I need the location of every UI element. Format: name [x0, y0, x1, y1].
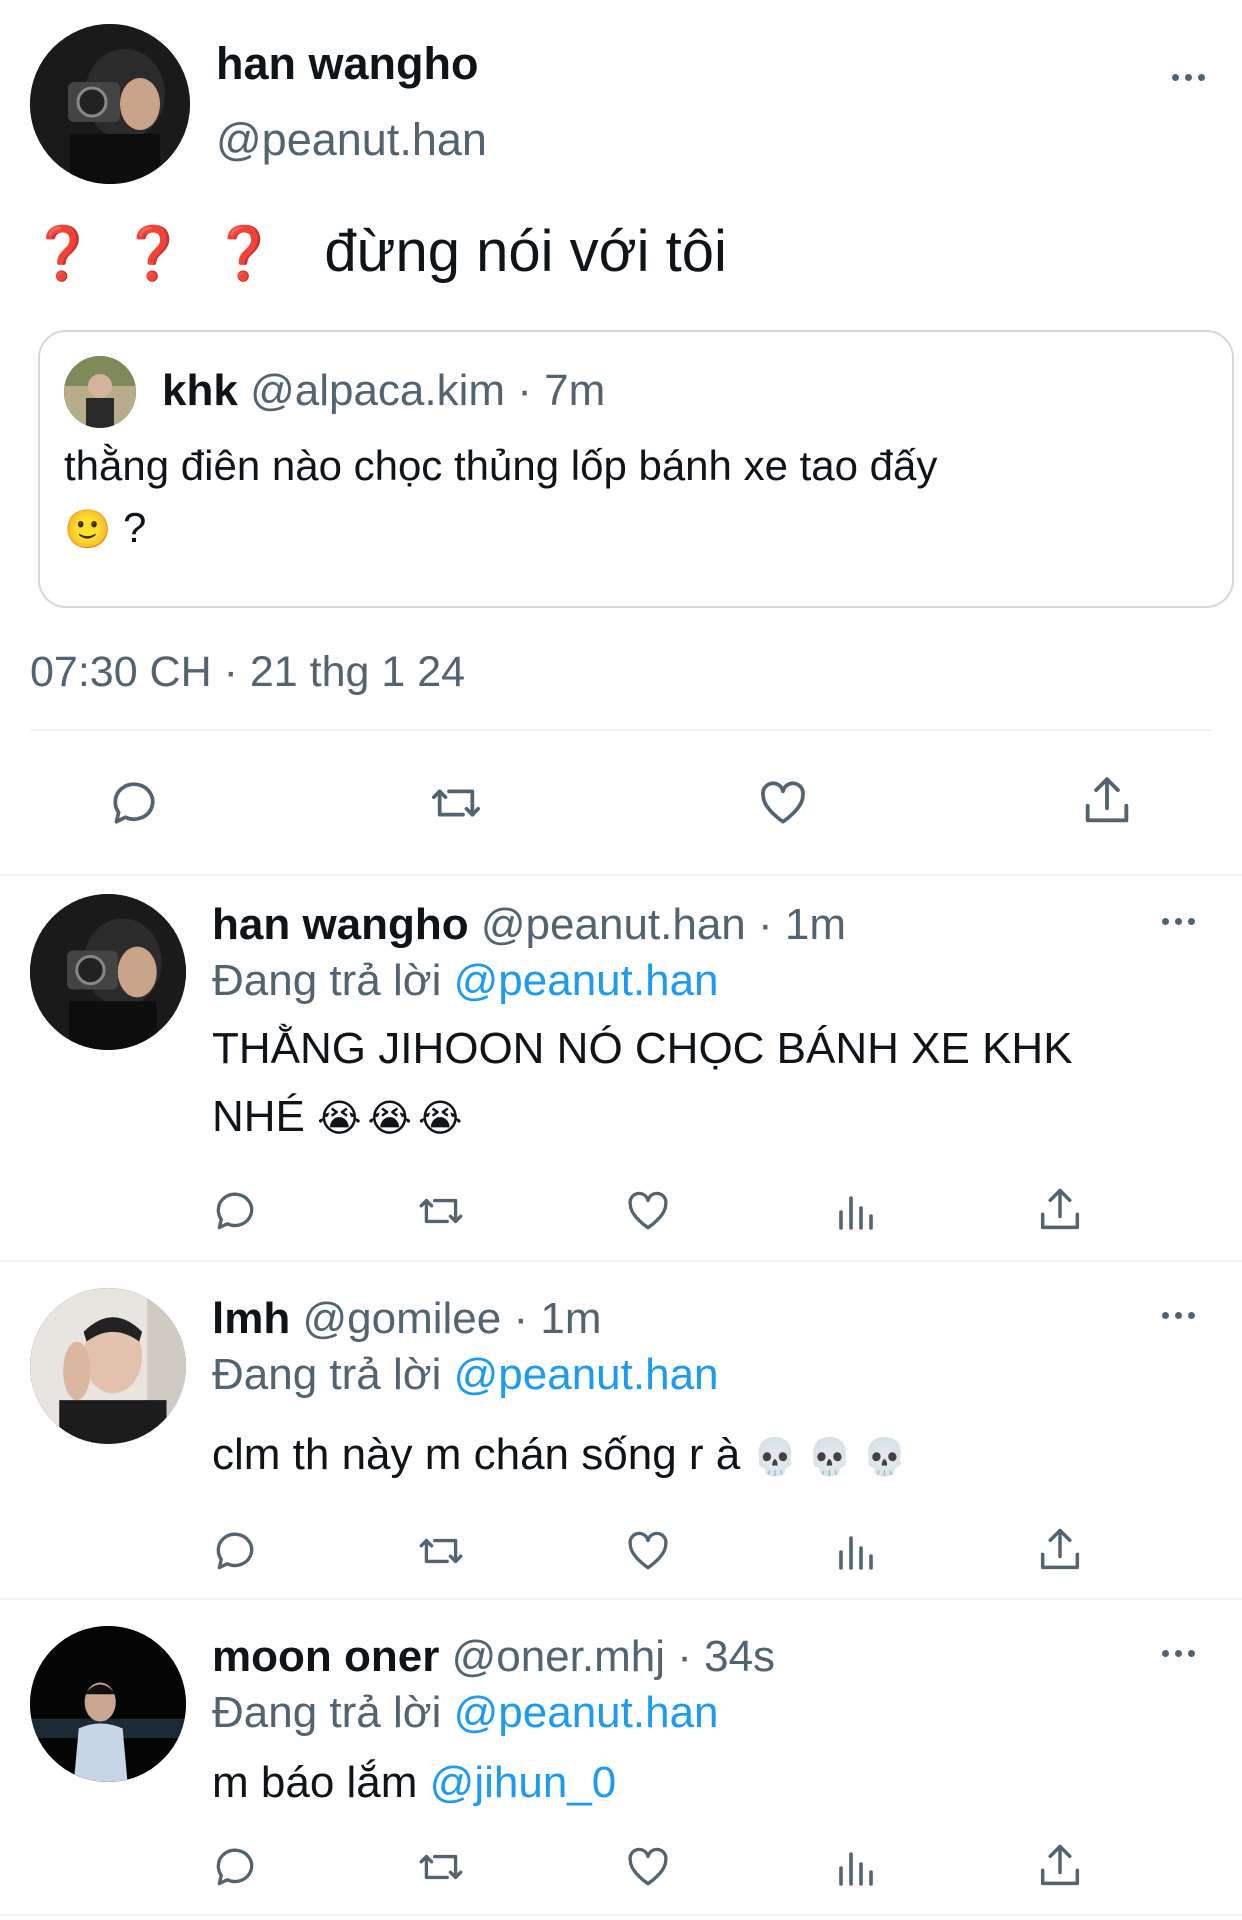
main-tweet-text-body: đừng nói với tôi: [324, 219, 727, 284]
like-icon[interactable]: [622, 1842, 674, 1892]
reply1-text-line1: THẰNG JIHOON NÓ CHỌC BÁNH XE KHK: [212, 1024, 1073, 1073]
reply1-time: · 1m: [758, 900, 847, 949]
main-author-handle[interactable]: @peanut.han: [216, 114, 487, 166]
mention-link[interactable]: @jihun_0: [430, 1758, 617, 1807]
more-icon[interactable]: [1172, 70, 1212, 84]
reply2-author-name[interactable]: lmh: [212, 1294, 290, 1343]
reply3-text-body: m báo lắm: [212, 1758, 418, 1807]
reply1-divider: [0, 1260, 1242, 1262]
reply3-text: m báo lắm @jihun_0: [212, 1758, 616, 1808]
slightly-smiling-emoji: 🙂: [64, 509, 112, 551]
share-icon[interactable]: [1034, 1184, 1086, 1236]
skull-emoji: 💀💀💀: [752, 1436, 917, 1477]
reply1-text-line2: NHÉ 😭😭😭: [212, 1092, 468, 1142]
retweet-icon[interactable]: [414, 1186, 468, 1236]
replying-to-link[interactable]: @peanut.han: [454, 1350, 719, 1399]
avatar-image: [30, 1288, 186, 1444]
reply-icon[interactable]: [210, 1526, 260, 1576]
reply1-replying-to: Đang trả lời @peanut.han: [212, 956, 719, 1006]
quoted-text-suffix: ?: [123, 504, 147, 551]
share-icon[interactable]: [1078, 772, 1136, 830]
reply1-text-nhe: NHÉ: [212, 1092, 305, 1141]
timestamp-divider: [30, 729, 1212, 731]
reply-icon[interactable]: [210, 1842, 260, 1892]
quoted-tweet-card[interactable]: khk @alpaca.kim · 7m thằng điên nào chọc…: [38, 330, 1234, 608]
reply2-time: · 1m: [513, 1294, 602, 1343]
avatar-image: [64, 356, 136, 428]
avatar-reply2[interactable]: [30, 1288, 186, 1444]
reply1-author-name[interactable]: han wangho: [212, 900, 469, 949]
reply1-author-handle[interactable]: @peanut.han: [481, 900, 746, 949]
reply2-text-body: clm th này m chán sống r à: [212, 1430, 741, 1479]
main-tweet-timestamp[interactable]: 07:30 CH · 21 thg 1 24: [30, 648, 465, 697]
avatar-reply3[interactable]: [30, 1626, 186, 1782]
main-tweet-divider: [0, 874, 1242, 876]
retweet-icon[interactable]: [414, 1842, 468, 1892]
main-tweet-text: ❓❓❓ đừng nói với tôi: [30, 218, 727, 285]
like-icon[interactable]: [622, 1526, 674, 1576]
reply2-author-handle[interactable]: @gomilee: [302, 1294, 501, 1343]
avatar-quoted-author[interactable]: [64, 356, 136, 428]
quoted-time: · 7m: [517, 366, 606, 415]
avatar-main-author[interactable]: [30, 24, 190, 184]
replying-label: Đang trả lời: [212, 1350, 442, 1399]
quoted-text-line1: thằng điên nào chọc thủng lốp bánh xe ta…: [64, 442, 938, 489]
loudly-crying-emoji: 😭😭😭: [317, 1098, 469, 1140]
reply3-author-handle[interactable]: @oner.mhj: [452, 1632, 665, 1681]
quoted-author-name[interactable]: khk: [162, 366, 238, 415]
reply2-text: clm th này m chán sống r à 💀💀💀: [212, 1430, 917, 1480]
retweet-icon[interactable]: [414, 1526, 468, 1576]
like-icon[interactable]: [754, 775, 812, 831]
avatar-image: [30, 24, 190, 184]
replying-to-link[interactable]: @peanut.han: [454, 1688, 719, 1737]
reply3-header: moon oner @oner.mhj · 34s: [212, 1632, 775, 1682]
views-icon[interactable]: [830, 1528, 880, 1576]
like-icon[interactable]: [622, 1186, 674, 1236]
reply3-replying-to: Đang trả lời @peanut.han: [212, 1688, 719, 1738]
main-author-name[interactable]: han wangho: [216, 38, 479, 90]
reply3-author-name[interactable]: moon oner: [212, 1632, 439, 1681]
question-mark-emoji: ❓❓❓: [30, 225, 303, 283]
replying-label: Đang trả lời: [212, 1688, 442, 1737]
avatar-image: [30, 1626, 186, 1782]
reply-icon[interactable]: [210, 1186, 260, 1236]
views-icon[interactable]: [830, 1844, 880, 1892]
reply2-header: lmh @gomilee · 1m: [212, 1294, 601, 1344]
reply1-header: han wangho @peanut.han · 1m: [212, 900, 846, 950]
reply3-time: · 34s: [677, 1632, 776, 1681]
share-icon[interactable]: [1034, 1840, 1086, 1892]
more-icon[interactable]: [1162, 1308, 1202, 1322]
more-icon[interactable]: [1162, 914, 1202, 928]
reply3-divider: [0, 1914, 1242, 1916]
quoted-header: khk @alpaca.kim · 7m: [162, 366, 605, 416]
reply2-replying-to: Đang trả lời @peanut.han: [212, 1350, 719, 1400]
replying-to-link[interactable]: @peanut.han: [454, 956, 719, 1005]
reply2-divider: [0, 1598, 1242, 1600]
replying-label: Đang trả lời: [212, 956, 442, 1005]
quoted-author-handle[interactable]: @alpaca.kim: [250, 366, 505, 415]
share-icon[interactable]: [1034, 1524, 1086, 1576]
avatar-reply1[interactable]: [30, 894, 186, 1050]
avatar-image: [30, 894, 186, 1050]
retweet-icon[interactable]: [426, 775, 486, 831]
views-icon[interactable]: [830, 1188, 880, 1236]
reply-icon[interactable]: [106, 775, 162, 831]
more-icon[interactable]: [1162, 1646, 1202, 1660]
quoted-text-line2: 🙂 ?: [64, 504, 146, 552]
